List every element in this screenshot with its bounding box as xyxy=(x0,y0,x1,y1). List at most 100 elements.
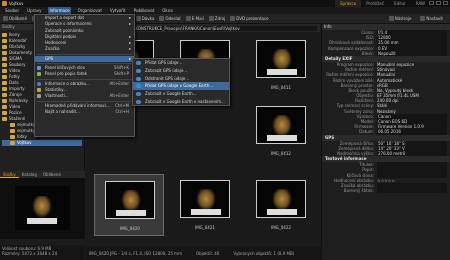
tools-icon xyxy=(388,16,394,21)
toolbar-favorites[interactable]: Oblíbené xyxy=(3,16,27,21)
menu-separator xyxy=(37,63,132,65)
thumbnail-caption: IMG_0412 xyxy=(271,151,291,156)
menu-item-gps[interactable]: GPS ▸ xyxy=(35,55,134,63)
menu-item-find-replace[interactable]: Najít a nahradit... Ctrl+H xyxy=(35,109,134,115)
mode-tabs: Správce Prohlížeč Editor RAW xyxy=(335,0,430,7)
statue-base xyxy=(27,218,57,224)
thumbnail-item[interactable]: IMG_0412 xyxy=(246,100,316,162)
thumbnail-item[interactable]: IMG_0411 xyxy=(246,34,316,96)
globe-icon xyxy=(136,76,141,81)
menu-organize[interactable]: Organizovat xyxy=(77,7,103,14)
menu-item-add-gps-google-earth[interactable]: Přidat GPS údaje v Google Earth... xyxy=(133,82,229,91)
tab-viewer[interactable]: Prohlížeč xyxy=(361,0,389,7)
folder-icon xyxy=(2,33,7,37)
keywords-icon xyxy=(37,66,41,71)
statistics-icon xyxy=(37,87,41,92)
folder-icon xyxy=(10,129,15,133)
send-icon xyxy=(159,16,165,21)
info-pane: Info Clona: f/1.4 ISO: 12800 Ohnisková vzd… xyxy=(321,24,450,260)
menu-item-show-google-earth-settings[interactable]: Zobrazit v Google Earth v nastavením... xyxy=(133,98,229,106)
google-earth-icon xyxy=(136,84,141,89)
thumbnail-image xyxy=(105,181,155,219)
toolbar-source[interactable]: Zdroj xyxy=(208,16,225,21)
folder-icon xyxy=(10,123,15,127)
folder-icon xyxy=(2,51,7,55)
toolbar-email[interactable]: E-Mail xyxy=(185,16,204,21)
tab-manager[interactable]: Správce xyxy=(335,0,362,7)
tab-raw[interactable]: RAW xyxy=(411,0,430,7)
status-object-count: Objektů: 46 xyxy=(195,251,220,256)
toolbar-dvd[interactable]: DVD prezentace xyxy=(230,16,269,21)
source-icon xyxy=(208,16,214,21)
thumbnail-caption: IMG_0420 xyxy=(120,226,140,231)
menu-separator xyxy=(37,53,132,55)
information-menu: Import a export dat ▸ Operace s informace… xyxy=(34,14,135,137)
gear-icon xyxy=(420,16,426,21)
tab-editor[interactable]: Editor xyxy=(389,0,411,7)
description-icon xyxy=(37,72,41,77)
tab-catalog[interactable]: Katalog xyxy=(19,171,40,178)
menu-edit[interactable]: Úpravy xyxy=(26,7,42,14)
thumbnail-image xyxy=(256,180,306,218)
folder-icon xyxy=(2,69,7,73)
folder-icon xyxy=(2,63,7,67)
toolbar-settings[interactable]: Nastavit xyxy=(420,16,443,21)
email-icon xyxy=(185,16,191,21)
gps-submenu: Přidat GPS údaje... Zobrazit GPS údaje..… xyxy=(132,58,230,106)
tab-favorites[interactable]: Oblíbené xyxy=(40,171,64,178)
path-input[interactable]: C:\gosPOTO\REKONSTRUKCE_Pravopis\FRANKA\… xyxy=(103,25,317,31)
globe-icon xyxy=(136,68,141,73)
tab-folders[interactable]: Složky xyxy=(0,171,19,178)
google-earth-icon xyxy=(136,99,141,104)
tree-item-selected[interactable]: Vojtkov xyxy=(2,140,82,146)
toolbar-send[interactable]: Odeslat xyxy=(159,16,181,21)
menu-separator xyxy=(37,100,132,102)
exif-row: Datum: 06.05.2016 xyxy=(322,129,450,135)
menu-separator xyxy=(37,78,132,80)
menu-information[interactable]: Informace xyxy=(48,7,71,14)
menu-publish[interactable]: Publikovat xyxy=(133,7,156,14)
maximize-icon[interactable] xyxy=(436,1,441,5)
menu-item-tag[interactable]: Značka ▸ xyxy=(35,46,134,52)
thumbnail-item-selected[interactable]: IMG_0420 xyxy=(94,174,164,236)
left-status: Velikost souboru: 6.9 MB Rozměry: 5472 x… xyxy=(0,245,85,260)
menu-item-description-panel[interactable]: Panel pro popis fotek Shift+P xyxy=(35,71,134,77)
dvd-icon xyxy=(230,16,236,21)
menu-item-show-google-earth[interactable]: Zobrazit v Google Earth... xyxy=(133,90,229,98)
thumbnail-image xyxy=(256,106,306,144)
thumbnail-item[interactable]: IMG_0421 xyxy=(170,174,240,236)
thumbnail-item[interactable]: IMG_0422 xyxy=(246,174,316,236)
folder-icon xyxy=(2,87,7,91)
folder-icon xyxy=(2,99,7,103)
folder-icon xyxy=(2,45,7,49)
menu-bar: Soubor Úpravy Informace Organizovat Vytv… xyxy=(0,7,450,14)
menu-create[interactable]: Vytvořit xyxy=(109,7,127,14)
globe-icon xyxy=(136,61,141,65)
thumbnail-caption: IMG_0421 xyxy=(195,225,215,230)
close-icon[interactable] xyxy=(443,1,448,5)
folder-icon xyxy=(10,141,15,145)
toolbar-tools[interactable]: Nástroje xyxy=(388,16,411,21)
menu-item-properties[interactable]: Vlastnosti... Alt+Enter xyxy=(35,93,134,99)
statue-figure xyxy=(32,196,52,218)
folder-icon xyxy=(2,93,7,97)
minimize-icon[interactable] xyxy=(429,1,434,5)
folder-icon xyxy=(2,111,7,115)
folder-icon xyxy=(2,75,7,79)
properties-icon xyxy=(37,94,41,99)
menu-file[interactable]: Soubor xyxy=(4,7,20,14)
google-earth-icon xyxy=(136,92,141,97)
menu-item-show-gps[interactable]: Zobrazit GPS údaje... xyxy=(133,67,229,75)
status-file-info: IMG_0420.JPG - 1/4 s, F1.4, ISO 12800, 3… xyxy=(89,251,182,256)
title-bar: Vojtkov Správce Prohlížeč Editor RAW xyxy=(0,0,450,7)
menu-item-remove-gps[interactable]: Odstranit GPS údaje... xyxy=(133,75,229,83)
toolbar-batch[interactable]: Dávka xyxy=(135,16,154,21)
left-tabs: Složky Katalog Oblíbené xyxy=(0,171,85,178)
preview-panel xyxy=(0,178,85,239)
menu-item-add-gps[interactable]: Přidat GPS údaje... xyxy=(133,59,229,67)
status-selection: Vybraných objektů: 1 (8.9 MB) xyxy=(233,251,295,256)
menu-windows[interactable]: Okna xyxy=(161,7,173,14)
folder-icon xyxy=(2,39,7,43)
info-icon xyxy=(37,81,41,86)
folder-icon xyxy=(2,81,7,85)
